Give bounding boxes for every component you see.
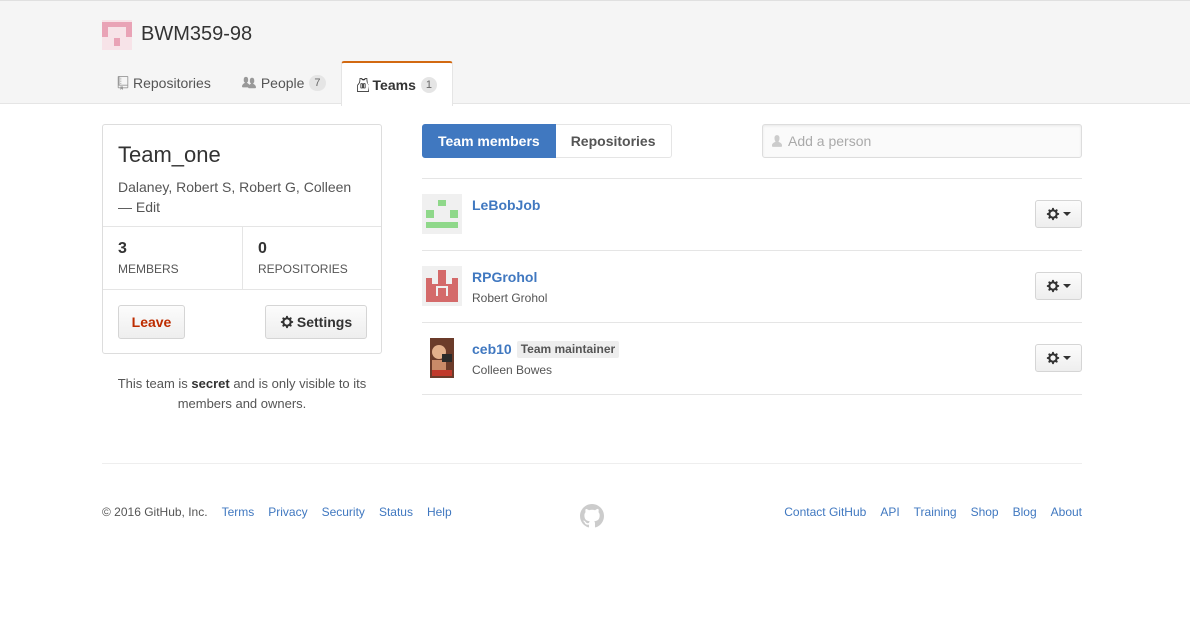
copyright: © 2016 GitHub, Inc. xyxy=(102,505,208,519)
secret-note-emphasis: secret xyxy=(191,376,230,391)
member-login[interactable]: ceb10 xyxy=(472,341,512,357)
chevron-down-icon xyxy=(1063,284,1071,288)
people-icon xyxy=(241,76,257,90)
member-avatar[interactable] xyxy=(422,266,462,306)
subnav-team-members[interactable]: Team members xyxy=(422,124,556,158)
people-counter: 7 xyxy=(309,75,326,91)
footer: © 2016 GitHub, Inc. Terms Privacy Securi… xyxy=(102,463,1082,528)
tab-repositories-label: Repositories xyxy=(133,75,211,91)
add-person-field[interactable] xyxy=(762,124,1082,158)
maintainer-badge: Team maintainer xyxy=(516,341,620,358)
members-stat[interactable]: 3 MEMBERS xyxy=(103,227,242,289)
member-row: LeBobJob xyxy=(422,179,1082,251)
org-header: BWM359-98 Repositories People 7 Teams 1 xyxy=(0,0,1190,106)
member-settings-button[interactable] xyxy=(1035,272,1082,300)
footer-link-security[interactable]: Security xyxy=(322,505,365,519)
team-subnav: Team members Repositories xyxy=(422,124,672,158)
org-tabs: Repositories People 7 Teams 1 xyxy=(102,61,453,106)
footer-link-contact[interactable]: Contact GitHub xyxy=(784,505,866,519)
member-login[interactable]: RPGrohol xyxy=(472,269,537,285)
subnav-repositories[interactable]: Repositories xyxy=(555,124,672,158)
person-icon xyxy=(772,134,782,148)
tab-people-label: People xyxy=(260,75,305,91)
footer-link-api[interactable]: API xyxy=(880,505,899,519)
footer-link-about[interactable]: About xyxy=(1051,505,1082,519)
leave-button[interactable]: Leave xyxy=(118,305,185,339)
tab-people[interactable]: People 7 xyxy=(226,61,341,105)
team-name: Team_one xyxy=(118,142,221,167)
footer-link-privacy[interactable]: Privacy xyxy=(268,505,307,519)
member-full-name: Colleen Bowes xyxy=(472,363,553,377)
add-person-input[interactable] xyxy=(788,133,1068,149)
footer-link-terms[interactable]: Terms xyxy=(222,505,255,519)
member-list: LeBobJob RPGrohol Robert Grohol ceb10 Te… xyxy=(422,178,1082,395)
repositories-stat-label: REPOSITORIES xyxy=(258,262,348,276)
photo-avatar-icon xyxy=(422,338,462,378)
footer-link-status[interactable]: Status xyxy=(379,505,413,519)
member-avatar[interactable] xyxy=(422,194,462,234)
jersey-icon xyxy=(356,77,369,92)
org-identicon-icon xyxy=(102,22,132,46)
gear-icon xyxy=(1046,279,1060,293)
chevron-down-icon xyxy=(1063,212,1071,216)
members-count: 3 xyxy=(118,240,127,257)
member-full-name: Robert Grohol xyxy=(472,291,548,305)
gear-icon xyxy=(1046,351,1060,365)
gear-icon xyxy=(280,315,294,329)
team-stats: 3 MEMBERS 0 REPOSITORIES xyxy=(103,226,381,290)
repo-icon xyxy=(117,76,129,90)
repositories-count: 0 xyxy=(258,240,267,257)
footer-link-training[interactable]: Training xyxy=(914,505,957,519)
tab-teams[interactable]: Teams 1 xyxy=(340,61,453,106)
team-description: Dalaney, Robert S, Robert G, Colleen — E… xyxy=(118,177,373,217)
members-stat-label: MEMBERS xyxy=(118,262,179,276)
member-avatar[interactable] xyxy=(422,338,462,378)
green-identicon-icon xyxy=(422,194,462,234)
octocat-icon[interactable] xyxy=(580,504,604,528)
member-settings-button[interactable] xyxy=(1035,344,1082,372)
org-avatar[interactable] xyxy=(102,20,132,50)
settings-button-label: Settings xyxy=(296,314,353,330)
red-identicon-icon xyxy=(422,266,462,306)
tab-teams-label: Teams xyxy=(372,76,416,93)
gear-icon xyxy=(1046,207,1060,221)
team-description-text: Dalaney, Robert S, Robert G, Colleen xyxy=(118,179,352,195)
footer-left: © 2016 GitHub, Inc. Terms Privacy Securi… xyxy=(102,505,466,519)
settings-button[interactable]: Settings xyxy=(265,305,367,339)
teams-counter: 1 xyxy=(420,76,437,93)
org-name[interactable]: BWM359-98 xyxy=(141,23,252,46)
tab-repositories[interactable]: Repositories xyxy=(102,61,226,105)
footer-link-shop[interactable]: Shop xyxy=(971,505,999,519)
edit-description-link[interactable]: — Edit xyxy=(118,199,160,215)
footer-link-blog[interactable]: Blog xyxy=(1013,505,1037,519)
member-login-wrapper: ceb10 Team maintainer xyxy=(472,341,620,358)
repositories-stat[interactable]: 0 REPOSITORIES xyxy=(242,227,381,289)
footer-link-help[interactable]: Help xyxy=(427,505,452,519)
team-card: Team_one Dalaney, Robert S, Robert G, Co… xyxy=(102,124,382,354)
secret-note-prefix: This team is xyxy=(117,376,192,391)
member-row: RPGrohol Robert Grohol xyxy=(422,251,1082,323)
chevron-down-icon xyxy=(1063,356,1071,360)
member-row: ceb10 Team maintainer Colleen Bowes xyxy=(422,323,1082,395)
footer-right: Contact GitHub API Training Shop Blog Ab… xyxy=(784,505,1082,519)
member-login[interactable]: LeBobJob xyxy=(472,197,540,213)
member-settings-button[interactable] xyxy=(1035,200,1082,228)
secret-note: This team is secret and is only visible … xyxy=(102,374,382,414)
